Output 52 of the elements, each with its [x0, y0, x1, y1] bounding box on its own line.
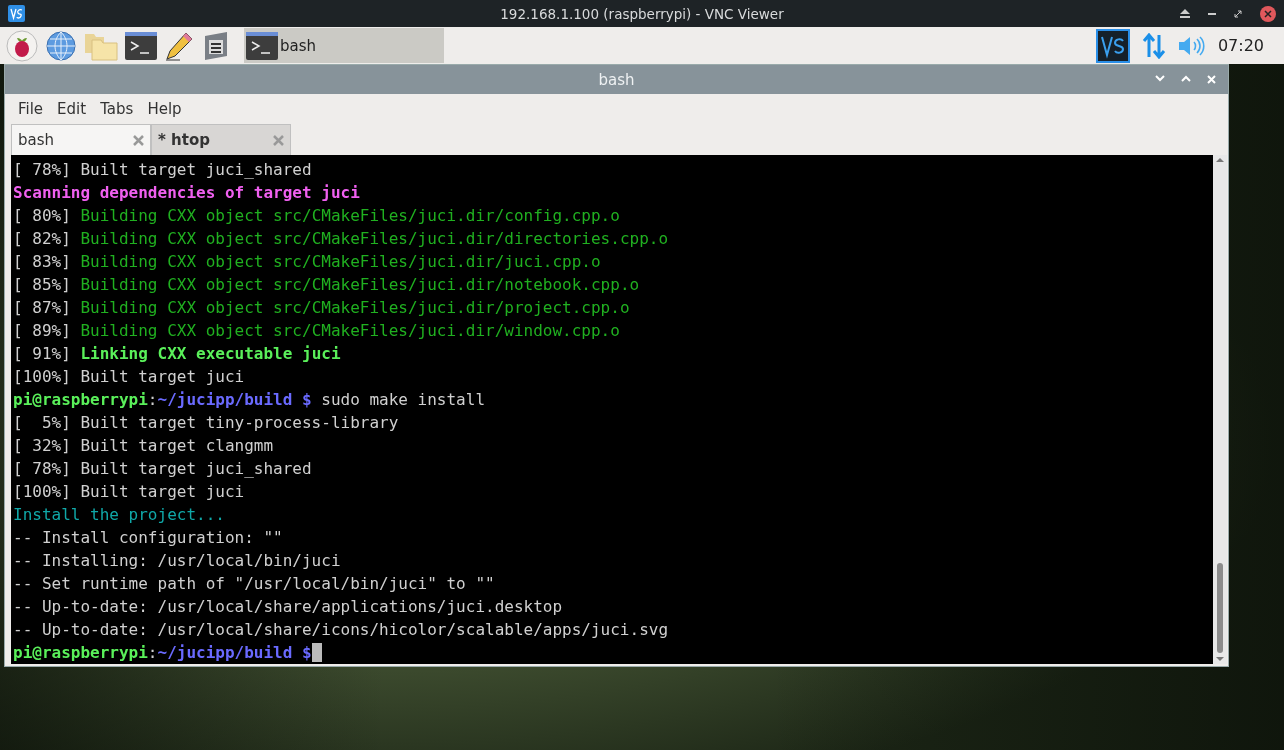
chevron-up-icon[interactable]: [1181, 75, 1191, 82]
chevron-down-icon[interactable]: [1155, 75, 1165, 82]
close-icon[interactable]: [133, 134, 144, 146]
terminal-line: [100%] Built target juci: [13, 481, 245, 503]
restore-icon[interactable]: [1234, 9, 1242, 18]
terminal-line: -- Up-to-date: /usr/local/share/applications/juci.desktop: [13, 596, 563, 618]
terminal-line: [ 91%] Linking CXX executable juci: [13, 343, 341, 365]
taskbar-window-button[interactable]: bash: [244, 28, 444, 63]
menu-item[interactable]: Help: [140, 100, 189, 119]
minimize-icon[interactable]: [1208, 12, 1216, 15]
terminal-line: [ 80%] Building CXX object src/CMakeFiles/juci.dir/config.cpp.o: [13, 205, 620, 227]
app-logo-icon: [8, 5, 25, 22]
terminal-line: -- Installing: /usr/local/bin/juci: [13, 550, 341, 572]
terminal-line: -- Set runtime path of "/usr/local/bin/juci" to "": [13, 573, 495, 595]
terminal-line: [ 5%] Built target tiny-process-library: [13, 412, 399, 434]
pencil-icon[interactable]: [164, 30, 194, 61]
terminal-line: [ 82%] Building CXX object src/CMakeFiles/juci.dir/directories.cpp.o: [13, 228, 669, 250]
terminal-line: [100%] Built target juci: [13, 366, 245, 388]
menu-item[interactable]: File: [11, 100, 51, 119]
menu-item[interactable]: Edit: [50, 100, 94, 119]
volume-icon[interactable]: [1177, 34, 1206, 57]
terminal-line: [ 83%] Building CXX object src/CMakeFiles/juci.dir/juci.cpp.o: [13, 251, 601, 273]
terminal-line: Scanning dependencies of target juci: [13, 182, 360, 204]
scroll-down-arrow-icon[interactable]: [1216, 657, 1224, 662]
close-icon[interactable]: [1260, 5, 1276, 22]
window-title: 192.168.1.100 (raspberrypi) - VNC Viewer: [500, 5, 784, 22]
terminal-line: -- Install configuration: "": [13, 527, 283, 549]
close-icon[interactable]: [273, 134, 284, 146]
terminal-line: [ 85%] Building CXX object src/CMakeFiles/juci.dir/notebook.cpp.o: [13, 274, 640, 296]
globe-icon[interactable]: [45, 29, 77, 62]
eject-icon[interactable]: [1180, 9, 1190, 18]
terminal-line: [ 78%] Built target juci_shared: [13, 159, 312, 181]
tab[interactable]: * htop: [151, 124, 291, 155]
vnc-server-icon[interactable]: [1095, 28, 1130, 63]
raspberry-menu-icon[interactable]: [6, 29, 38, 62]
terminal-line: -- Up-to-date: /usr/local/share/icons/hicolor/scalable/apps/juci.svg: [13, 619, 669, 641]
terminal-icon[interactable]: [125, 31, 157, 60]
window-title: bash: [598, 70, 635, 89]
terminal-line: [ 87%] Building CXX object src/CMakeFiles/juci.dir/project.cpp.o: [13, 297, 630, 319]
terminal-line: Install the project...: [13, 504, 225, 526]
menu-item[interactable]: Tabs: [93, 100, 141, 119]
terminal-line: [ 78%] Built target juci_shared: [13, 458, 312, 480]
scrollbar[interactable]: [1213, 155, 1227, 664]
tab[interactable]: bash: [11, 124, 151, 155]
clock[interactable]: 07:20: [1217, 36, 1264, 55]
terminal-line: pi@raspberrypi:~/jucipp/build $ sudo make install: [13, 389, 485, 411]
terminal-line: pi@raspberrypi:~/jucipp/build $: [13, 641, 322, 664]
network-arrows-icon[interactable]: [1141, 32, 1166, 59]
terminal-line: [ 89%] Building CXX object src/CMakeFiles/juci.dir/window.cpp.o: [13, 320, 620, 342]
terminal-icon: [246, 31, 278, 60]
terminal-line: [ 32%] Built target clangmm: [13, 435, 274, 457]
scroll-up-arrow-icon[interactable]: [1216, 157, 1224, 162]
